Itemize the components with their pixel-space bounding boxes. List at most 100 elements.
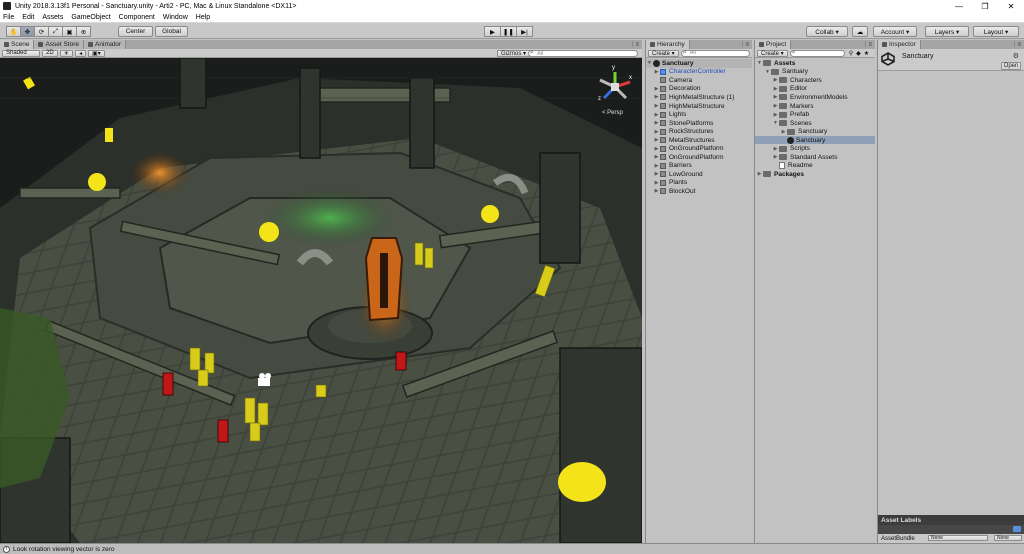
hierarchy-item[interactable]: ▶ Plants [646,179,752,188]
effects-dropdown-icon[interactable]: ▣▾ [88,49,105,57]
cloud-icon[interactable]: ☁ [852,26,868,37]
rotate-tool-icon[interactable]: ⟳ [34,26,49,37]
step-icon[interactable]: ▶| [516,26,533,37]
space-toggle-button[interactable]: Global [155,26,188,37]
expand-arrow-icon[interactable]: ▶ [772,77,779,83]
layers-button[interactable]: Layers ▾ [925,26,969,37]
pause-icon[interactable]: ❚❚ [500,26,517,37]
expand-arrow-icon[interactable]: ▶ [653,146,660,152]
asset-bundle-dropdown[interactable]: None [928,535,988,541]
hierarchy-search-input[interactable]: All [680,49,750,57]
expand-arrow-icon[interactable]: ▶ [653,180,660,186]
filter-label-icon[interactable]: ◆ [856,50,861,57]
expand-arrow-icon[interactable]: ▶ [653,137,660,143]
project-search-input[interactable] [789,49,845,57]
expand-arrow-icon[interactable]: ▼ [646,60,653,66]
hierarchy-item[interactable]: ▶ HighMetalStructure [646,102,752,111]
gizmos-dropdown[interactable]: Gizmos ▾ [497,50,531,57]
menu-help[interactable]: Help [196,14,210,21]
project-item[interactable]: Readme [755,162,875,171]
gear-icon[interactable]: ⚙ [1013,52,1019,60]
expand-arrow-icon[interactable]: ▶ [772,112,779,118]
play-icon[interactable]: ▶ [484,26,501,37]
expand-arrow-icon[interactable]: ▶ [653,69,660,75]
menu-component[interactable]: Component [119,14,155,21]
lighting-toggle-icon[interactable]: ☀ [59,49,74,57]
asset-variant-dropdown[interactable]: None [994,535,1022,541]
expand-arrow-icon[interactable]: ▶ [653,86,660,92]
expand-arrow-icon[interactable]: ▶ [653,171,660,177]
project-menu-icon[interactable]: ⋮≡ [862,41,872,48]
expand-arrow-icon[interactable]: ▶ [653,120,660,126]
account-button[interactable]: Account ▾ [873,26,917,37]
expand-arrow-icon[interactable]: ▼ [764,69,771,75]
project-item[interactable]: ▼ Scenes [755,119,875,128]
scale-tool-icon[interactable]: ⤢ [48,26,63,37]
expand-arrow-icon[interactable]: ▶ [772,94,779,100]
hierarchy-item[interactable]: ▶ CharacterController [646,68,752,77]
hierarchy-menu-icon[interactable]: ⋮≡ [739,41,749,48]
expand-arrow-icon[interactable]: ▶ [772,103,779,109]
label-tag-icon[interactable] [1013,526,1021,532]
transform-tool-icon[interactable]: ⊕ [76,26,91,37]
hierarchy-item[interactable]: ▶ BlockOut [646,187,752,196]
tab-project[interactable]: Project [755,40,792,49]
filter-type-icon[interactable]: ⚲ [849,50,853,57]
expand-arrow-icon[interactable]: ▶ [772,154,779,160]
hand-tool-icon[interactable]: ✋ [6,26,21,37]
project-item[interactable]: ▼ Santuary [755,68,875,77]
hierarchy-item[interactable]: ▶ RockStructures [646,127,752,136]
expand-arrow-icon[interactable]: ▶ [653,103,660,109]
pivot-toggle-button[interactable]: Center [118,26,153,37]
expand-arrow-icon[interactable]: ▶ [653,112,660,118]
menu-assets[interactable]: Assets [42,14,63,21]
status-bar[interactable]: i Look rotation viewing vector is zero [0,543,1024,554]
collab-button[interactable]: Collab ▾ [806,26,848,37]
expand-arrow-icon[interactable]: ▶ [780,129,787,135]
hierarchy-item[interactable]: ▶ Barriers [646,162,752,171]
tab-asset-store[interactable]: Asset Store [34,40,85,49]
favorite-icon[interactable]: ★ [864,50,869,57]
shading-mode-dropdown[interactable]: Shaded [2,49,40,57]
hierarchy-item[interactable]: ▶ OnGroundPlatform [646,153,752,162]
expand-arrow-icon[interactable]: ▶ [756,171,763,177]
hierarchy-item[interactable]: ▶ Decoration [646,85,752,94]
persp-label[interactable]: < Persp [602,110,623,116]
mode-2d-toggle[interactable]: 2D [42,49,58,57]
project-item[interactable]: ▶ Standard Assets [755,153,875,162]
tab-animator[interactable]: Animator [84,40,127,49]
inspector-menu-icon[interactable]: ⋮≡ [1011,41,1021,48]
project-item[interactable]: ▶ Characters [755,76,875,85]
expand-arrow-icon[interactable]: ▶ [653,129,660,135]
expand-arrow-icon[interactable]: ▶ [653,94,660,100]
scene-viewport[interactable]: y x z < Persp [0,58,642,543]
hierarchy-item[interactable]: ▶ StonePlatforms [646,119,752,128]
menu-file[interactable]: File [3,14,14,21]
hierarchy-item[interactable]: ▶ Lights [646,110,752,119]
project-item[interactable]: ▶ Packages [755,170,875,179]
expand-arrow-icon[interactable]: ▼ [756,60,763,66]
project-item[interactable]: ▼ Assets [755,59,875,68]
project-item[interactable]: ▶ EnvironmentModels [755,93,875,102]
hierarchy-item[interactable]: ▶ OnGroundPlatform [646,144,752,153]
hierarchy-item[interactable]: ▶ MetalStructures [646,136,752,145]
expand-arrow-icon[interactable]: ▶ [653,163,660,169]
expand-arrow-icon[interactable]: ▶ [772,86,779,92]
hierarchy-item[interactable]: ▶ HighMetalStructure (1) [646,93,752,102]
hierarchy-create-button[interactable]: Create ▾ [648,49,679,57]
scene-search-input[interactable]: All [528,49,638,57]
project-item[interactable]: Sanctuary [755,135,875,145]
rect-tool-icon[interactable]: ▣ [62,26,77,37]
project-item[interactable]: ▶ Scripts [755,144,875,153]
menu-window[interactable]: Window [163,14,188,21]
hierarchy-item[interactable]: ▶ LowGround [646,170,752,179]
menu-edit[interactable]: Edit [22,14,34,21]
tab-scene[interactable]: Scene [0,40,35,49]
project-item[interactable]: ▶ Sanctuary [755,127,875,136]
maximize-icon[interactable]: ❐ [972,0,998,12]
close-icon[interactable]: ✕ [998,0,1024,12]
project-item[interactable]: ▶ Editor [755,85,875,94]
expand-arrow-icon[interactable]: ▶ [772,146,779,152]
hierarchy-item[interactable]: Camera [646,76,752,85]
hierarchy-root[interactable]: ▼ Sanctuary [646,59,752,68]
